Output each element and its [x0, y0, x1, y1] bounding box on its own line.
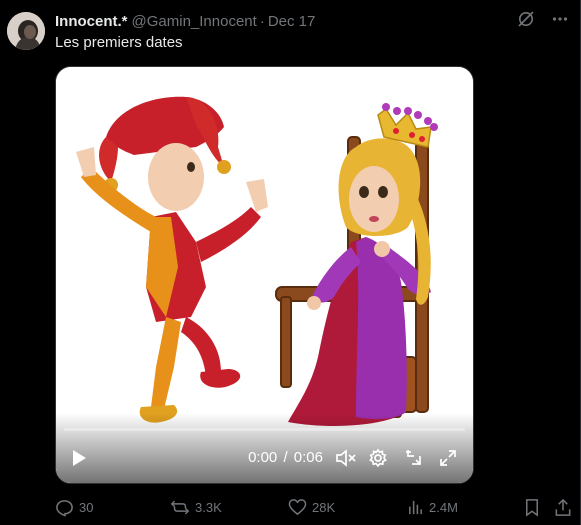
reply-button[interactable]: 30	[55, 496, 93, 518]
time-display: 0:00 / 0:06	[248, 449, 323, 466]
exit-fullscreen-icon[interactable]	[403, 447, 425, 469]
avatar[interactable]	[7, 12, 45, 50]
post-header: Innocent. * @Gamin_Innocent · Dec 17	[55, 11, 315, 31]
post-top-actions	[516, 9, 570, 29]
play-icon[interactable]	[68, 447, 90, 469]
repost-button[interactable]: 3.3K	[170, 496, 222, 518]
grok-icon[interactable]	[516, 9, 536, 29]
current-time: 0:00	[248, 449, 278, 466]
bookmark-button[interactable]	[523, 496, 541, 518]
video-controls: 0:00 / 0:06	[56, 443, 473, 473]
fullscreen-icon[interactable]	[437, 447, 459, 469]
reply-icon	[56, 499, 73, 517]
heart-icon	[288, 499, 307, 516]
view-count: 2.4M	[429, 499, 458, 515]
share-icon	[555, 498, 571, 516]
video-player[interactable]: 0:00 / 0:06	[55, 66, 474, 484]
post-text: Les premiers dates	[55, 34, 183, 51]
duration: 0:06	[293, 449, 323, 466]
mute-icon[interactable]	[335, 447, 357, 469]
like-count: 28K	[312, 499, 336, 515]
reply-count: 30	[79, 499, 94, 515]
views-icon	[409, 500, 422, 514]
post-actions: 30 3.3K 28K 2.4M	[55, 496, 575, 518]
repost-icon	[170, 500, 190, 514]
more-icon[interactable]	[550, 9, 570, 29]
time-separator: /	[283, 449, 288, 466]
display-name[interactable]: Innocent.	[55, 13, 122, 30]
progress-bar[interactable]	[64, 428, 465, 431]
views-button[interactable]: 2.4M	[407, 496, 458, 518]
share-button[interactable]	[554, 496, 572, 518]
like-button[interactable]: 28K	[288, 496, 335, 518]
settings-icon[interactable]	[367, 447, 389, 469]
repost-count: 3.3K	[195, 499, 222, 515]
post-date[interactable]: Dec 17	[268, 13, 316, 30]
bookmark-icon	[526, 498, 538, 517]
handle[interactable]: @Gamin_Innocent	[132, 13, 257, 30]
separator-dot: ·	[259, 12, 265, 30]
verified-mark: *	[121, 12, 128, 30]
